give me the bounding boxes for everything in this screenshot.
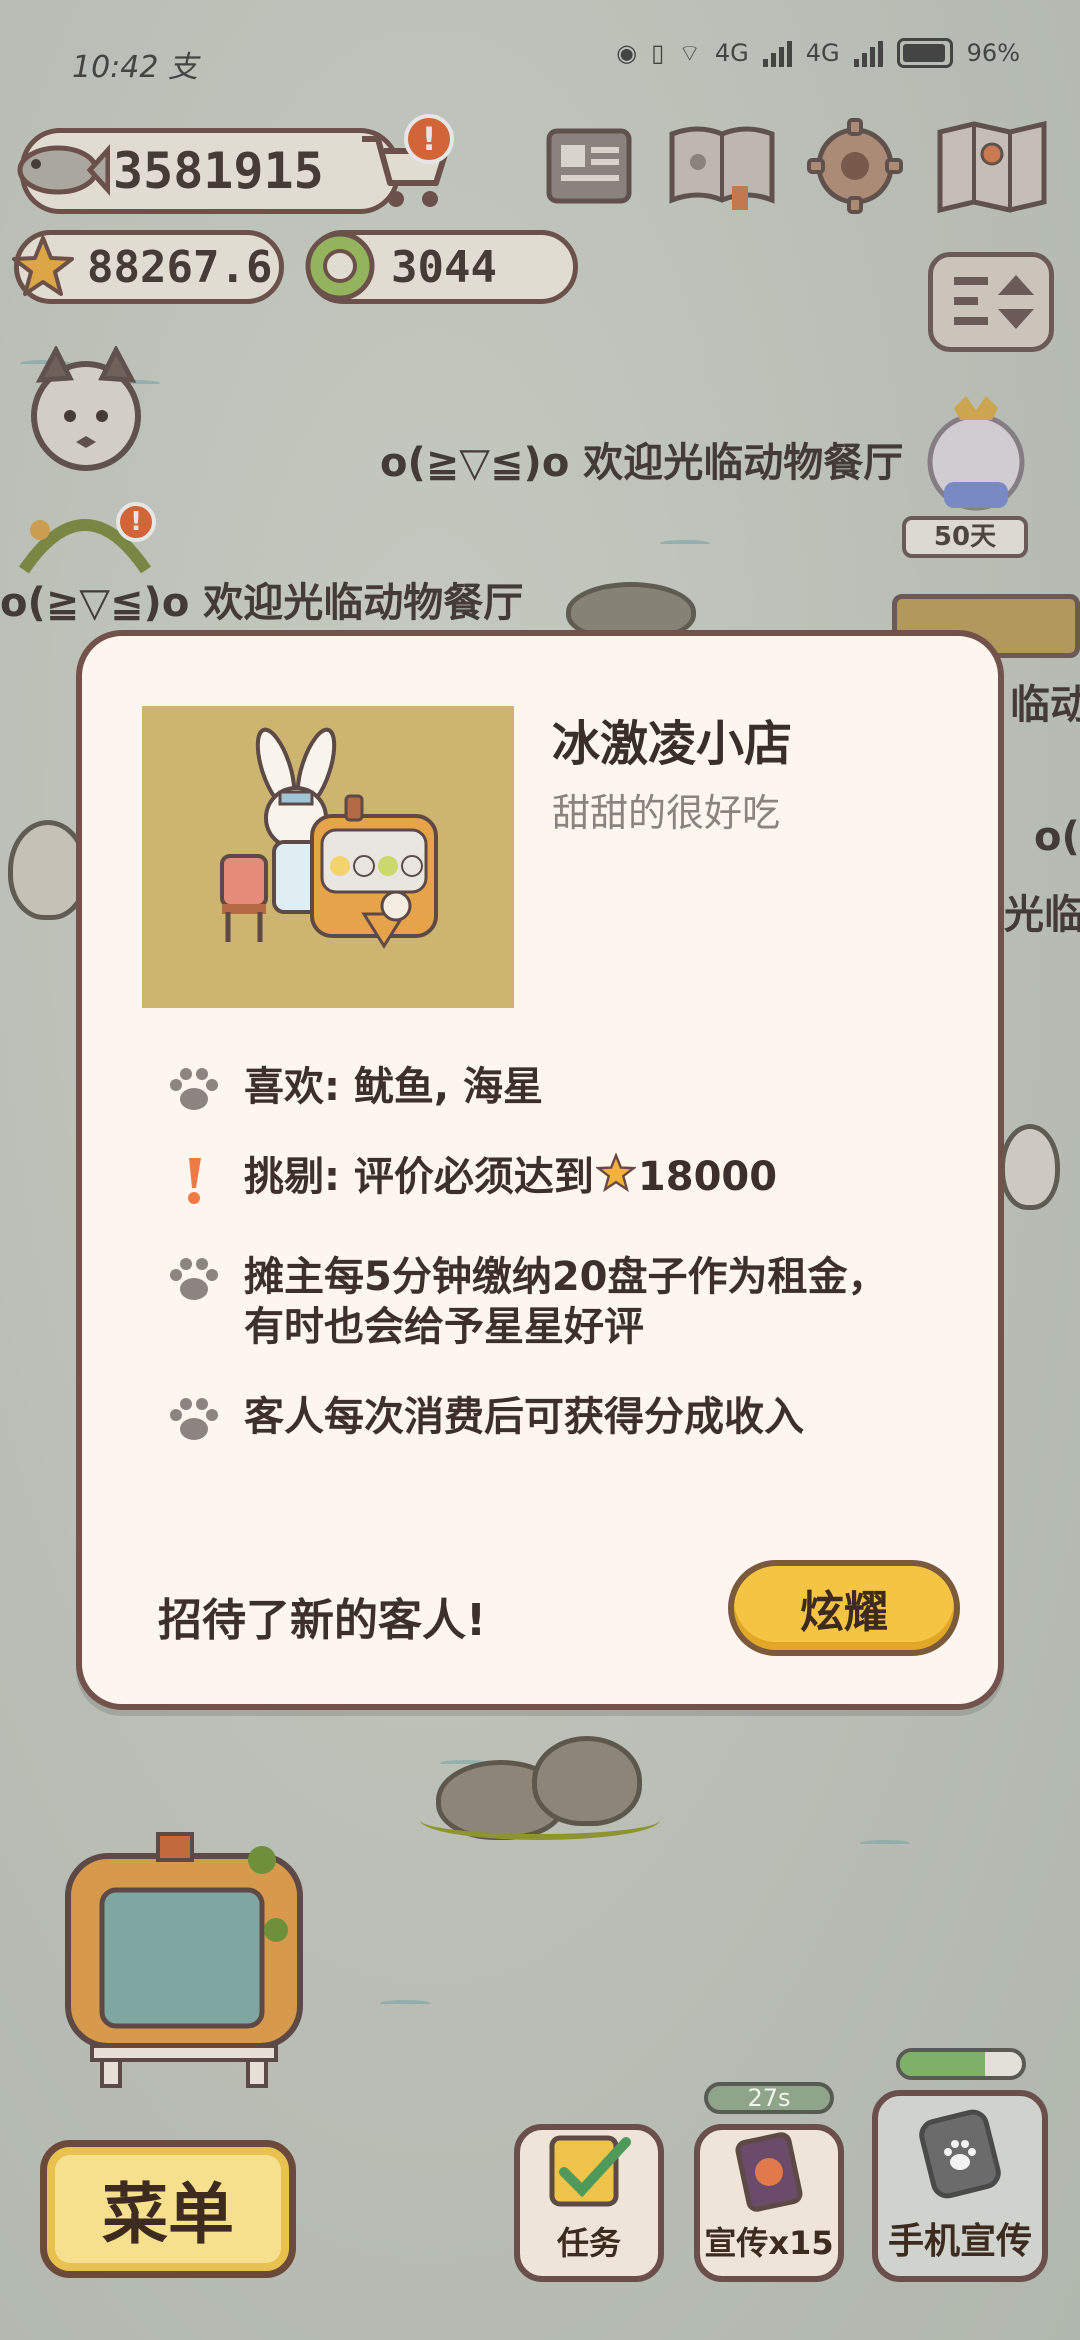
show-off-button[interactable]: 炫耀: [728, 1560, 960, 1656]
shop-title: 冰激凌小店: [552, 716, 793, 772]
rent-text: 摊主每5分钟缴纳20盘子作为租金，有时也会给予星星好评: [244, 1254, 888, 1350]
phone-icon: [919, 2109, 1001, 2199]
rent-row: 摊主每5分钟缴纳20盘子作为租金，有时也会给予星星好评: [166, 1252, 926, 1352]
paw-icon: [166, 1392, 222, 1448]
flyer-icon: [735, 2132, 803, 2212]
phone-promo-progress-fill: [900, 2052, 986, 2076]
fish-tank-icon: [65, 1832, 303, 2088]
paw-icon: [166, 1252, 222, 1308]
star-icon: [594, 1152, 637, 1205]
promotion-label: 宣传x15: [704, 2224, 834, 2262]
promotion-button[interactable]: 宣传x15: [694, 2124, 844, 2282]
picky-prefix: 挑剔: 评价必须达到: [244, 1154, 594, 1200]
picky-row: 挑剔: 评价必须达到 18000: [166, 1152, 777, 1208]
picky-text: 挑剔: 评价必须达到 18000: [244, 1152, 777, 1205]
new-guest-message: 招待了新的客人!: [158, 1595, 487, 1646]
checklist-icon: [549, 2135, 631, 2207]
likes-row: 喜欢: 鱿鱼, 海星: [166, 1062, 543, 1118]
likes-text: 喜欢: 鱿鱼, 海星: [244, 1064, 544, 1110]
phone-promo-progress-bar: [896, 2048, 1026, 2080]
paw-icon: [166, 1062, 222, 1118]
ice-cream-shop-image: [142, 706, 514, 1008]
revenue-row: 客人每次消费后可获得分成收入: [166, 1392, 804, 1448]
tasks-button[interactable]: 任务: [514, 2124, 664, 2282]
shop-info-modal: 冰激凌小店 甜甜的很好吃 喜欢: 鱿鱼, 海星 挑剔: 评价必须达到 18000 …: [76, 630, 1004, 1710]
shop-illustration: [142, 706, 514, 1008]
shop-subtitle: 甜甜的很好吃: [552, 791, 781, 835]
menu-button[interactable]: 菜单: [40, 2140, 296, 2278]
revenue-text: 客人每次消费后可获得分成收入: [244, 1394, 804, 1440]
tasks-label: 任务: [556, 2224, 621, 2262]
phone-promotion-label: 手机宣传: [887, 2221, 1032, 2262]
phone-promotion-button[interactable]: 手机宣传: [872, 2090, 1048, 2282]
exclamation-icon: [166, 1152, 222, 1208]
aquarium-decoration[interactable]: [62, 1830, 306, 2092]
picky-value: 18000: [637, 1154, 778, 1200]
promo-timer: 27s: [704, 2082, 834, 2114]
grass-tuft: [420, 1800, 660, 1840]
